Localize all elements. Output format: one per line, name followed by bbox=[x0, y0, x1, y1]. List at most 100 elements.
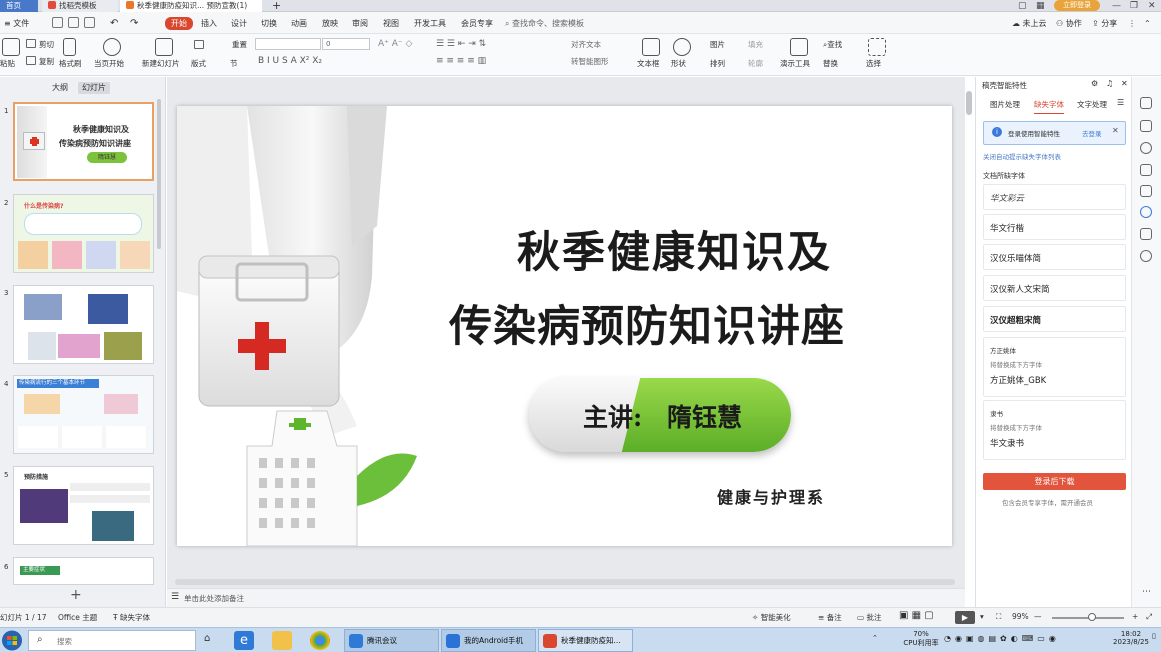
fit-window-icon[interactable]: ⤢ bbox=[1146, 612, 1152, 622]
smart-icon[interactable] bbox=[1140, 206, 1152, 218]
save-icon[interactable] bbox=[52, 17, 63, 28]
layout-icon[interactable]: ▢ bbox=[1018, 0, 1027, 12]
notification-icon[interactable]: ▯ bbox=[1152, 632, 1156, 640]
smartart-button[interactable]: 转智能图形 bbox=[571, 56, 609, 67]
outline-button[interactable]: 轮廓 bbox=[748, 58, 763, 69]
add-slide-button[interactable]: + bbox=[70, 587, 82, 603]
menu-slideshow[interactable]: 放映 bbox=[322, 17, 338, 30]
find-button[interactable]: ⌕查找 bbox=[823, 39, 842, 50]
font-grow-shrink-icons[interactable]: A⁺ A⁻ ◇ bbox=[378, 39, 412, 49]
slideshow-play-button[interactable]: ▶ bbox=[955, 611, 975, 624]
tab-home[interactable]: 首页 bbox=[0, 0, 38, 12]
arrange-button[interactable]: 排列 bbox=[710, 58, 725, 69]
list-icons[interactable]: ☰ ☰ ⇤ ⇥ ⇅ bbox=[436, 39, 486, 49]
text-box-icon[interactable] bbox=[642, 38, 660, 56]
properties-icon[interactable] bbox=[1140, 185, 1152, 197]
view-mode-icons[interactable]: ▣ ▦ ▢ bbox=[899, 610, 934, 621]
command-search[interactable]: ⌕ 查找命令、搜索模板 bbox=[505, 17, 584, 30]
paste-icon[interactable] bbox=[2, 38, 20, 56]
canvas-horizontal-scrollbar[interactable] bbox=[175, 579, 955, 585]
cpu-monitor[interactable]: 70% CPU利用率 bbox=[902, 630, 940, 648]
more-tools-icon[interactable]: ⋯ bbox=[1142, 587, 1151, 597]
presenter-tools-button[interactable]: 演示工具 bbox=[780, 58, 810, 69]
print-icon[interactable] bbox=[84, 17, 95, 28]
style-icon[interactable] bbox=[1140, 97, 1152, 109]
taskbar-app-android[interactable]: 我的Android手机 bbox=[441, 629, 536, 652]
theme-name[interactable]: Office 主题 bbox=[58, 612, 97, 623]
font-family-select[interactable] bbox=[255, 38, 321, 50]
font-replace-card[interactable]: 隶书 将替换成下方字体 华文隶书 bbox=[983, 400, 1126, 460]
task-view-icon[interactable]: ⌂ bbox=[204, 633, 210, 644]
notes-pane[interactable]: ☰ 单击此处添加备注 bbox=[167, 588, 965, 607]
slide-title-line2[interactable]: 传染病预防知识讲座 bbox=[449, 292, 845, 354]
reset-button[interactable]: 重置 bbox=[232, 39, 247, 50]
fit-icon[interactable]: ⛶ bbox=[996, 612, 1001, 622]
new-tab-button[interactable]: + bbox=[272, 0, 281, 12]
ie-icon[interactable]: e bbox=[234, 631, 254, 650]
slideshow-dropdown-icon[interactable]: ▾ bbox=[980, 612, 984, 621]
notes-placeholder[interactable]: 单击此处添加备注 bbox=[184, 593, 244, 604]
file-explorer-icon[interactable] bbox=[272, 631, 292, 650]
menu-view[interactable]: 视图 bbox=[383, 17, 399, 30]
align-text-button[interactable]: 对齐文本 bbox=[571, 39, 601, 50]
tab-template[interactable]: 找稻壳模板 bbox=[42, 0, 118, 12]
login-button[interactable]: 立即登录 bbox=[1054, 0, 1100, 11]
banner-close-icon[interactable]: ✕ bbox=[1112, 126, 1119, 135]
tray-up-icon[interactable]: ⌃ bbox=[872, 634, 878, 642]
copy-button[interactable]: 复制 bbox=[39, 56, 54, 67]
play-icon[interactable] bbox=[103, 38, 121, 56]
cloud-status[interactable]: ☁ 未上云 bbox=[1012, 17, 1047, 30]
slide-thumbnail-6[interactable]: 主要症状 bbox=[13, 557, 154, 585]
text-box-button[interactable]: 文本框 bbox=[637, 58, 660, 69]
slide-canvas[interactable]: 秋季健康知识及 传染病预防知识讲座 主讲: 隋钰慧 健康与护理系 bbox=[167, 77, 972, 588]
section-button[interactable]: 节 bbox=[230, 58, 238, 69]
picture-button[interactable]: 图片 bbox=[710, 39, 725, 50]
font-item[interactable]: 汉仪超粗宋简 bbox=[983, 306, 1126, 332]
fill-button[interactable]: 填充 bbox=[748, 39, 763, 50]
canvas-vertical-scrollbar[interactable] bbox=[966, 91, 972, 115]
play-from-current-button[interactable]: 当页开始 bbox=[94, 58, 124, 69]
go-login-link[interactable]: 去登录 bbox=[1082, 128, 1102, 138]
slide-thumbnail-1[interactable]: 秋季健康知识及 传染病预防知识讲座 隋钰慧 bbox=[13, 102, 154, 181]
slide-title-line1[interactable]: 秋季健康知识及 bbox=[517, 218, 832, 280]
department-text[interactable]: 健康与护理系 bbox=[717, 484, 825, 508]
comments-toggle[interactable]: ▭ 批注 bbox=[857, 612, 881, 623]
font-item[interactable]: 华文行楷 bbox=[983, 214, 1126, 240]
collapse-ribbon-icon[interactable]: ⌃ bbox=[1144, 17, 1151, 30]
close-button[interactable]: ✕ bbox=[1148, 0, 1156, 12]
new-slide-icon[interactable] bbox=[155, 38, 173, 56]
font-replace-card[interactable]: 方正姚体 将替换成下方字体 方正姚体_GBK bbox=[983, 337, 1126, 397]
shape-icon[interactable] bbox=[673, 38, 691, 56]
slide-thumbnail-4[interactable]: 传染病流行的三个基本环节 bbox=[13, 375, 154, 454]
animation-icon[interactable] bbox=[1140, 120, 1152, 132]
chrome-icon[interactable] bbox=[310, 631, 330, 650]
menu-icon[interactable]: ☰ bbox=[1117, 98, 1124, 107]
zoom-level[interactable]: 99% bbox=[1012, 612, 1029, 621]
smart-beautify-button[interactable]: ✧ 智能美化 bbox=[752, 612, 791, 623]
presenter-tools-icon[interactable] bbox=[790, 38, 808, 56]
taskbar-app-wps[interactable]: 秋季健康防疫知... bbox=[538, 629, 633, 652]
panel-title[interactable]: 稿壳智能特性 bbox=[982, 80, 1027, 91]
zoom-in-button[interactable]: + bbox=[1132, 612, 1138, 621]
new-slide-button[interactable]: 新建幻灯片 bbox=[142, 58, 180, 69]
slide-1[interactable]: 秋季健康知识及 传染病预防知识讲座 主讲: 隋钰慧 健康与护理系 bbox=[177, 106, 952, 546]
zoom-slider-knob[interactable] bbox=[1088, 613, 1096, 621]
restore-button[interactable]: ❐ bbox=[1130, 0, 1138, 12]
menu-transition[interactable]: 切换 bbox=[261, 17, 277, 30]
book-icon[interactable] bbox=[1140, 228, 1152, 240]
minimize-button[interactable]: — bbox=[1112, 0, 1121, 12]
font-item[interactable]: 汉仪乐喵体简 bbox=[983, 244, 1126, 270]
panel-close-icon[interactable]: ✕ bbox=[1121, 79, 1128, 88]
select-icon[interactable] bbox=[868, 38, 886, 56]
menu-member[interactable]: 会员专享 bbox=[461, 17, 493, 30]
taskbar-search[interactable]: ⌕ 搜索 bbox=[28, 630, 196, 651]
zoom-out-button[interactable]: — bbox=[1034, 612, 1042, 621]
slide-thumbnail-3[interactable] bbox=[13, 285, 154, 364]
format-painter-button[interactable]: 格式刷 bbox=[59, 58, 82, 69]
grid-icon[interactable]: ▦ bbox=[1036, 0, 1045, 12]
select-button[interactable]: 选择 bbox=[866, 58, 881, 69]
format-painter-icon[interactable] bbox=[63, 38, 76, 56]
menu-animation[interactable]: 动画 bbox=[291, 17, 307, 30]
collaborate-button[interactable]: ⚇ 协作 bbox=[1056, 17, 1082, 30]
speaker-pill[interactable]: 主讲: 隋钰慧 bbox=[529, 378, 791, 452]
